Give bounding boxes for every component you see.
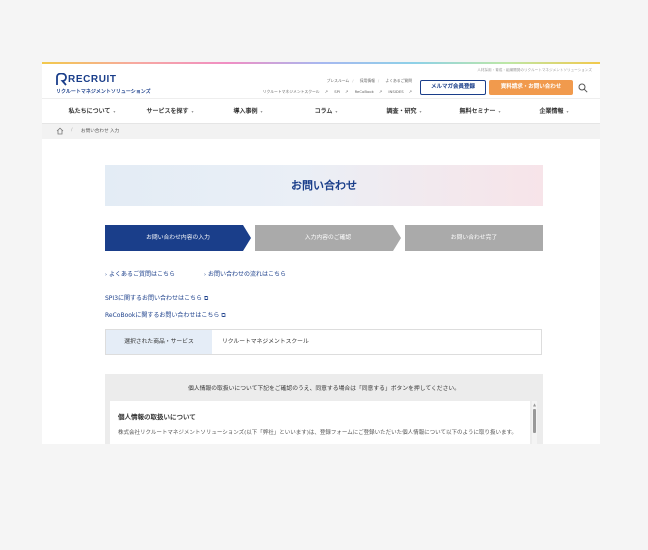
- util-link-pressroom[interactable]: プレスルーム: [327, 78, 350, 83]
- chevron-down-icon: ▾: [260, 109, 263, 114]
- global-nav: 私たちについて ▾ サービスを探す ▾ 導入事例 ▾ コラム ▾ 調査・研究 ▾ 無料セミ…: [42, 98, 600, 124]
- newsletter-signup-button[interactable]: メルマガ会員登録: [420, 80, 486, 95]
- home-icon[interactable]: [56, 127, 64, 135]
- privacy-intro-text: 個人情報の取扱いについて下記をご確認のうえ、同意する場合は「同意する」ボタンを押…: [188, 386, 460, 392]
- tagline: 人材採用・育成・組織開発のリクルートマネジメントソリューションズ: [477, 68, 592, 72]
- scrollbar-thumb[interactable]: [533, 409, 536, 433]
- chevron-down-icon: ▾: [191, 109, 194, 114]
- scroll-up-icon[interactable]: ▲: [532, 402, 537, 407]
- progress-steps: お問い合わせ内容の入力 入力内容のご確認 お問い合わせ完了: [105, 225, 543, 251]
- external-link-icon: ⧉: [221, 312, 226, 319]
- nav-item-label: 導入事例: [233, 108, 258, 115]
- util-link-insides[interactable]: INSIDES: [388, 89, 403, 94]
- util-link-faq[interactable]: よくあるご質問: [385, 78, 412, 83]
- util-link-spi[interactable]: SPI: [334, 89, 340, 94]
- selected-service-row: 選択された商品・サービス リクルートマネジメントスクール: [105, 329, 542, 355]
- external-link-icon: ↗: [378, 89, 383, 94]
- privacy-scrollbar[interactable]: ▲: [532, 401, 537, 444]
- util-link-recobook[interactable]: ReCoBook: [355, 89, 374, 94]
- flow-link[interactable]: › お問い合わせの流れはこちら: [204, 269, 286, 278]
- chevron-down-icon: ▾: [113, 109, 116, 114]
- nav-item-seminar[interactable]: 無料セミナー ▾: [459, 99, 500, 125]
- chevron-down-icon: ▾: [498, 109, 501, 114]
- privacy-section: 個人情報の取扱いについて下記をご確認のうえ、同意する場合は「同意する」ボタンを押…: [105, 374, 543, 444]
- nav-item-about[interactable]: 私たちについて ▾: [69, 99, 116, 125]
- chevron-right-icon: ›: [105, 272, 107, 278]
- faq-link-label: よくあるご質問はこちら: [109, 271, 176, 278]
- nav-item-label: 無料セミナー: [459, 108, 496, 115]
- flow-link-label: お問い合わせの流れはこちら: [208, 271, 287, 278]
- privacy-policy-scrollbox[interactable]: 個人情報の取扱いについて 株式会社リクルートマネジメントソリューションズ(以下「…: [110, 401, 530, 444]
- chevron-right-icon: ›: [204, 272, 206, 278]
- step-confirm: 入力内容のご確認: [255, 225, 401, 251]
- external-link-icon: ↗: [324, 89, 328, 94]
- faq-link[interactable]: › よくあるご質問はこちら: [105, 269, 175, 278]
- page: RECRUIT リクルートマネジメントソリューションズ 人材採用・育成・組織開発…: [42, 62, 600, 444]
- breadcrumb: / お問い合わせ 入力: [42, 124, 600, 139]
- chevron-down-icon: ▾: [566, 109, 569, 114]
- spi-inquiry-link[interactable]: SPI3に関するお問い合わせはこちら ⧉: [105, 293, 208, 303]
- nav-item-label: コラム: [314, 108, 333, 115]
- external-link-icon: ↗: [345, 89, 349, 94]
- page-title: お問い合わせ: [105, 165, 543, 206]
- utility-links-bottom: リクルートマネジメントスクール ↗ SPI ↗ ReCoBook ↗ INSIDES ↗: [258, 89, 412, 95]
- nav-item-company[interactable]: 企業情報 ▾: [539, 99, 568, 125]
- step-input-active: お問い合わせ内容の入力: [105, 225, 251, 251]
- external-link-icon: ⧉: [204, 295, 209, 302]
- nav-item-label: サービスを探す: [146, 108, 189, 115]
- breadcrumb-current: お問い合わせ 入力: [81, 129, 120, 134]
- nav-item-label: 私たちについて: [68, 108, 111, 115]
- chevron-down-icon: ▾: [419, 109, 422, 114]
- nav-item-column[interactable]: コラム ▾: [315, 99, 338, 125]
- selected-service-label: 選択された商品・サービス: [106, 330, 212, 354]
- breadcrumb-separator: /: [71, 128, 73, 133]
- separator: /: [352, 78, 354, 83]
- util-link-recruit[interactable]: 採用情報: [360, 78, 375, 83]
- privacy-title: 個人情報の取扱いについて: [118, 413, 196, 421]
- nav-item-research[interactable]: 調査・研究 ▾: [386, 99, 421, 125]
- nav-item-label: 調査・研究: [386, 108, 417, 115]
- recobook-inquiry-link-label: ReCoBookに関するお問い合わせはこちら: [105, 312, 220, 319]
- separator: /: [377, 78, 380, 83]
- contact-request-button[interactable]: 資料請求・お問い合わせ: [489, 80, 573, 95]
- privacy-body: 株式会社リクルートマネジメントソリューションズ(以下「弊社」といいます)は、登録…: [118, 430, 517, 436]
- utility-links-top: プレスルーム / 採用情報 / よくあるご質問: [322, 78, 412, 84]
- nav-item-cases[interactable]: 導入事例 ▾: [233, 99, 262, 125]
- nav-item-label: 企業情報: [539, 108, 564, 115]
- util-link-school[interactable]: リクルートマネジメントスクール: [263, 89, 320, 94]
- logo-text: RECRUIT: [68, 74, 117, 85]
- selected-service-value: リクルートマネジメントスクール: [222, 339, 309, 345]
- external-link-icon: ↗: [408, 89, 412, 94]
- recobook-inquiry-link[interactable]: ReCoBookに関するお問い合わせはこちら ⧉: [105, 310, 226, 320]
- site-header: RECRUIT リクルートマネジメントソリューションズ 人材採用・育成・組織開発…: [42, 64, 600, 98]
- chevron-down-icon: ▾: [335, 109, 338, 114]
- spi-inquiry-link-label: SPI3に関するお問い合わせはこちら: [105, 295, 203, 302]
- recruit-logo-mark-icon: [56, 73, 67, 86]
- logo-subtext: リクルートマネジメントソリューションズ: [56, 89, 151, 95]
- search-icon[interactable]: [578, 83, 588, 93]
- step-complete: お問い合わせ完了: [405, 225, 543, 251]
- nav-item-services[interactable]: サービスを探す ▾: [146, 99, 193, 125]
